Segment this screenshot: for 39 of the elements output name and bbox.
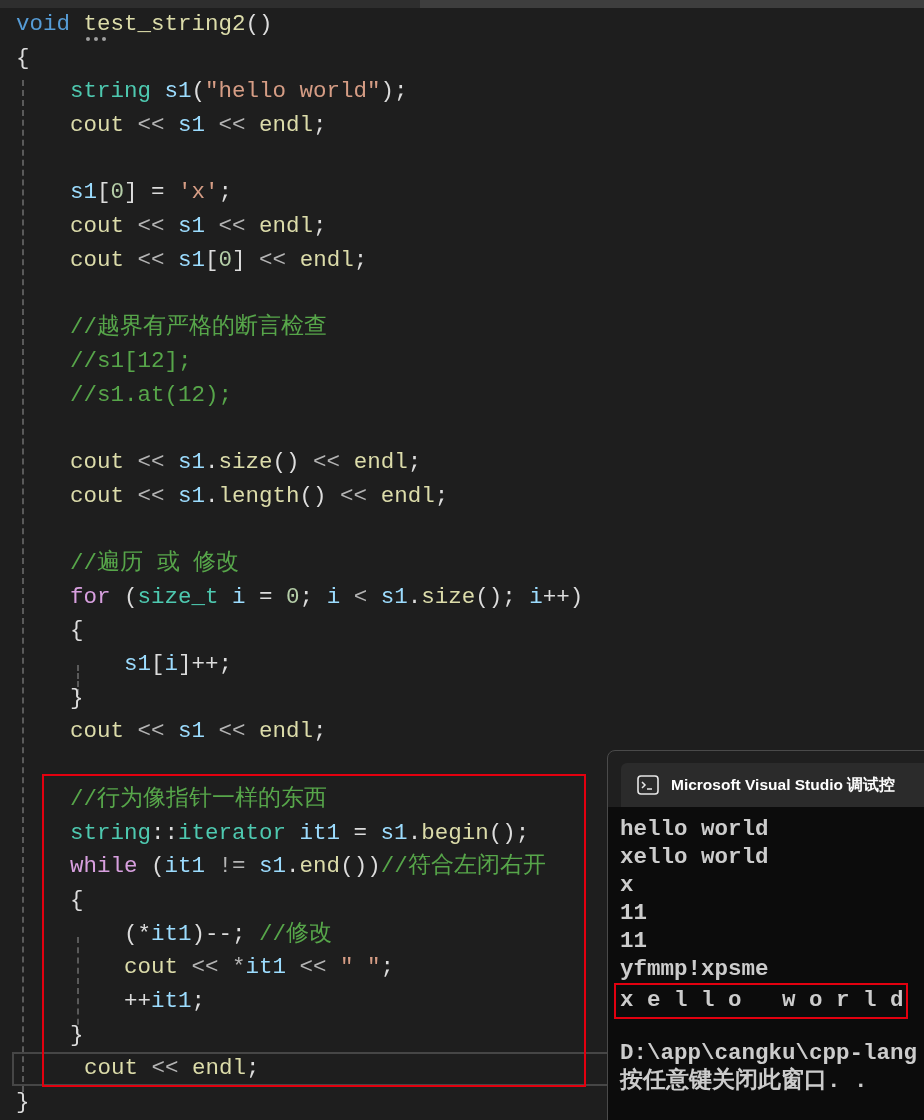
code-line: { — [69, 885, 84, 915]
console-output-line: hello world — [620, 815, 769, 843]
code-line: cout << s1[0] << endl; — [69, 245, 368, 275]
code-line: } — [16, 1088, 30, 1117]
code-line: string s1("hello world"); — [69, 77, 408, 107]
console-output-line: 按任意键关闭此窗口. . — [620, 1067, 868, 1095]
console-output-line: yfmmp!xpsme — [620, 955, 769, 983]
code-line: //遍历 或 修改 — [69, 548, 240, 578]
code-line: cout << s1 << endl; — [69, 212, 327, 242]
console-output-line: D:\app\cangku\cpp-lang — [620, 1039, 918, 1067]
code-line: //越界有严格的断言检查 — [69, 312, 327, 343]
code-line: //s1[12]; — [69, 346, 192, 376]
code-line: s1[0] = 'x'; — [69, 178, 233, 208]
code-line: cout << s1 << endl; — [69, 717, 327, 747]
code-line: void test_string2() — [16, 10, 273, 39]
code-line: { — [16, 43, 30, 73]
code-line: for (size_t i = 0; i < s1.size(); i++) — [69, 582, 584, 612]
console-output-line: xello world — [620, 843, 769, 871]
code-line: cout << s1 << endl; — [69, 111, 327, 141]
code-line: while (it1 != s1.end())//符合左闭右开 — [69, 852, 546, 882]
window-title: Microsoft Visual Studio 调试控 — [671, 775, 896, 796]
code-line: { — [69, 616, 84, 646]
code-line: cout << endl; — [83, 1054, 260, 1084]
console-output-line: x — [620, 871, 634, 899]
code-line: //行为像指针一样的东西 — [69, 784, 327, 814]
code-line: cout << s1.size() << endl; — [69, 447, 422, 477]
code-line: ++it1; — [123, 986, 206, 1016]
code-line: } — [69, 683, 84, 713]
code-line: //s1.at(12); — [69, 380, 233, 410]
code-line: cout << *it1 << " "; — [123, 953, 395, 983]
code-line: string::iterator it1 = s1.begin(); — [69, 818, 530, 848]
code-line: s1[i]++; — [123, 650, 233, 680]
code-line: (*it1)--; //修改 — [123, 919, 333, 949]
console-tab[interactable]: Microsoft Visual Studio 调试控 — [621, 763, 924, 807]
code-line: } — [69, 1020, 84, 1050]
console-output-line: 11 — [620, 899, 647, 927]
console-output-line: 11 — [620, 927, 647, 955]
code-line: cout << s1.length() << endl; — [69, 481, 449, 511]
terminal-icon — [637, 775, 659, 795]
